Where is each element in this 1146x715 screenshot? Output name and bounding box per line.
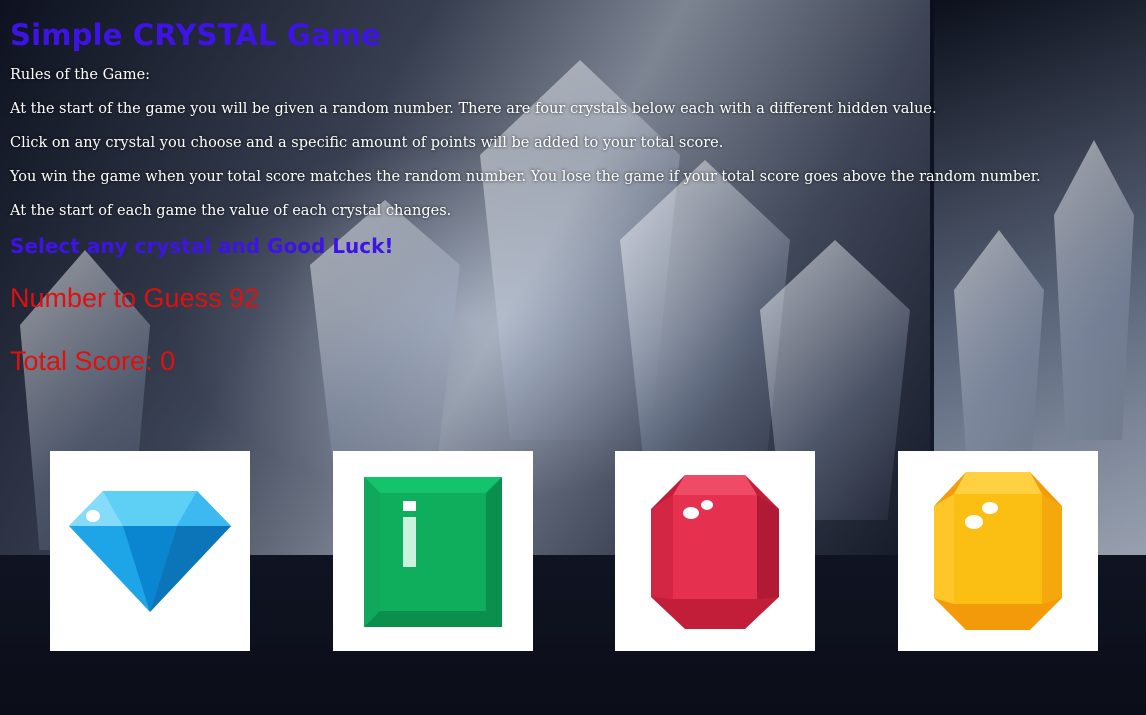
game-content: Simple CRYSTAL Game Rules of the Game: A… (10, 0, 1130, 377)
number-to-guess-label: Number to Guess (10, 283, 222, 313)
crystal-button-green[interactable] (333, 451, 533, 651)
rule-line: You win the game when your total score m… (10, 169, 1041, 185)
total-score: Total Score: 0 (10, 346, 1130, 377)
total-score-value: 0 (160, 346, 176, 376)
crystal-button-red[interactable] (615, 451, 815, 651)
red-ruby-icon (651, 474, 779, 629)
crystal-button-yellow[interactable] (898, 451, 1098, 651)
number-to-guess: Number to Guess 92 (10, 283, 1130, 314)
rules-heading: Rules of the Game: (10, 67, 151, 83)
rule-line: Click on any crystal you choose and a sp… (10, 135, 724, 151)
crystal-button-blue[interactable] (50, 451, 250, 651)
page-title: Simple CRYSTAL Game (10, 18, 382, 52)
number-to-guess-value: 92 (229, 283, 260, 313)
rule-line: At the start of the game you will be giv… (10, 101, 937, 117)
rule-line: At the start of each game the value of e… (10, 203, 452, 219)
blue-diamond-icon (69, 491, 231, 612)
yellow-topaz-icon (934, 472, 1062, 630)
total-score-label: Total Score: (10, 346, 153, 376)
good-luck-prompt: Select any crystal and Good Luck! (10, 234, 394, 258)
green-emerald-icon (364, 476, 502, 627)
